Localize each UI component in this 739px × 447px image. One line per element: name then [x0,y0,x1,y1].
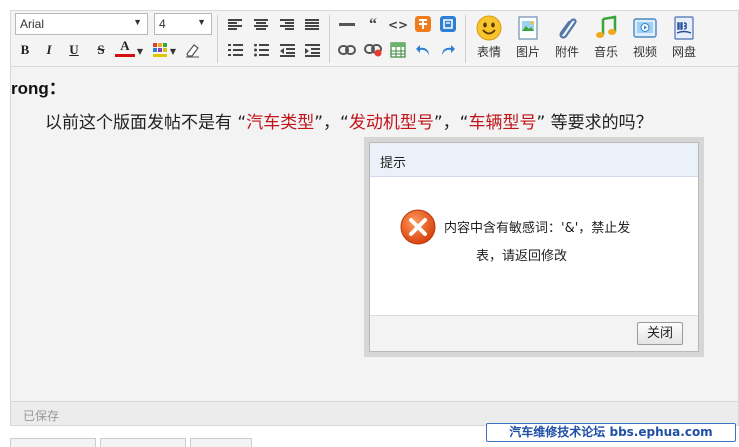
font-size-select[interactable]: 4 ▼ [154,13,212,35]
free-button[interactable] [413,14,433,34]
chevron-down-icon[interactable]: ▼ [135,41,145,61]
font-size-value: 4 [159,17,166,31]
music-icon [596,15,617,38]
unlink-icon [364,44,382,57]
post-text: 以前这个版面发帖不是有 “汽车类型”，“发动机型号”，“车辆型号” 等要求的吗？ [45,108,653,133]
font-family-value: Arial [20,17,45,31]
netdisk-label: 网盘 [671,45,696,59]
outdent-icon [279,43,295,57]
dialog-message: 内容中含有敏感词：'&'，禁止发 表，请返回修改 [444,215,684,271]
netdisk-button[interactable]: 网盘 [666,13,702,65]
toolbar-divider [217,15,218,63]
indent-button[interactable] [302,40,322,60]
alert-dialog: 提示 内容中含有敏感词：'&'，禁止发 表，请返回修改 关闭 [364,137,704,357]
image-label: 图片 [515,45,540,59]
unordered-list-button[interactable] [251,40,271,60]
background-color-button[interactable] [150,40,170,60]
toolbar-divider [329,15,330,63]
unordered-list-icon [253,43,269,56]
post-text-part: 以前这个版面发帖不是有 “ [45,113,247,133]
video-icon [633,18,657,38]
align-center-button[interactable] [251,15,271,35]
link-button[interactable] [337,40,357,60]
dialog-message-line: 表，请返回修改 [476,249,568,264]
horizontal-rule-button[interactable] [337,15,357,35]
author-name: rong： [11,79,66,98]
justify-button[interactable] [302,15,322,35]
dialog-title: 提示 [380,156,407,171]
align-center-icon [254,19,268,30]
font-family-select[interactable]: Arial ▼ [15,13,148,35]
code-button[interactable]: <> [388,15,408,35]
attachment-button[interactable]: 附件 [549,13,585,65]
post-text-part: ” 等要求的吗？ [536,113,653,133]
justify-icon [305,19,319,30]
undo-button[interactable] [413,40,433,60]
align-left-icon [228,19,242,30]
quote-button[interactable]: “ [363,15,383,35]
redo-button[interactable] [438,40,458,60]
alert-dialog-panel: 提示 内容中含有敏感词：'&'，禁止发 表，请返回修改 关闭 [369,142,699,352]
ordered-list-icon [227,43,243,56]
close-button[interactable]: 关闭 [637,322,683,345]
underline-button[interactable]: U [64,40,84,60]
chevron-down-icon: ▼ [133,17,142,27]
post-box-icon [440,16,456,32]
smiley-icon [476,15,502,41]
music-button[interactable]: 音乐 [588,13,624,65]
bottom-tab[interactable] [100,438,186,447]
horizontal-rule-icon [339,23,355,26]
align-left-button[interactable] [225,15,245,35]
video-label: 视频 [632,45,657,59]
bottom-tab[interactable] [10,438,96,447]
redo-icon [442,45,455,55]
music-label: 音乐 [593,45,618,59]
bottom-tabs [10,438,330,447]
table-button[interactable] [388,40,408,60]
paperclip-icon [559,18,577,39]
chevron-down-icon[interactable]: ▼ [168,41,178,61]
bottom-tab[interactable] [190,438,252,447]
strikethrough-button[interactable]: S [91,40,111,60]
post-box-button[interactable] [438,14,458,34]
eraser-button[interactable] [182,40,202,60]
image-button[interactable]: 图片 [510,13,546,65]
post-text-part: ”，“ [433,113,469,133]
table-icon [390,42,406,58]
highlight-term: 发动机型号 [348,113,434,133]
align-right-button[interactable] [277,15,297,35]
emoticon-label: 表情 [476,45,501,59]
post-text-part: ”，“ [314,113,349,133]
color-grid-icon [153,43,167,57]
link-icon [338,45,356,55]
error-x-icon [400,209,436,245]
saved-status: 已保存 [23,409,60,423]
chevron-down-icon: ▼ [197,17,206,27]
outdent-button[interactable] [277,40,297,60]
highlight-term: 车辆型号 [468,113,537,133]
video-button[interactable]: 视频 [627,13,663,65]
image-icon [518,16,538,40]
undo-icon [416,45,429,55]
italic-button[interactable]: I [39,40,59,60]
toolbar-divider [465,15,466,63]
site-watermark: 汽车维修技术论坛 bbs.ephua.com [486,423,736,442]
highlight-term: 汽车类型 [246,113,315,133]
eraser-icon [186,44,199,58]
ordered-list-button[interactable] [225,40,245,60]
indent-icon [304,43,320,57]
align-right-icon [280,19,294,30]
emoticon-button[interactable]: 表情 [471,13,507,65]
editor-toolbar: Arial ▼ 4 ▼ B I U S A ▼ ▼ “ <> 表情 图片 附件 … [10,10,739,66]
font-color-button[interactable]: A [115,38,135,57]
free-tag-icon [415,16,431,32]
dialog-footer: 关闭 [370,315,698,351]
bold-button[interactable]: B [15,40,35,60]
dialog-header: 提示 [370,143,698,177]
unlink-button[interactable] [363,40,383,60]
netdisk-icon [674,16,694,40]
attachment-label: 附件 [554,45,579,59]
dialog-message-line: 内容中含有敏感词：'&'，禁止发 [444,221,631,236]
